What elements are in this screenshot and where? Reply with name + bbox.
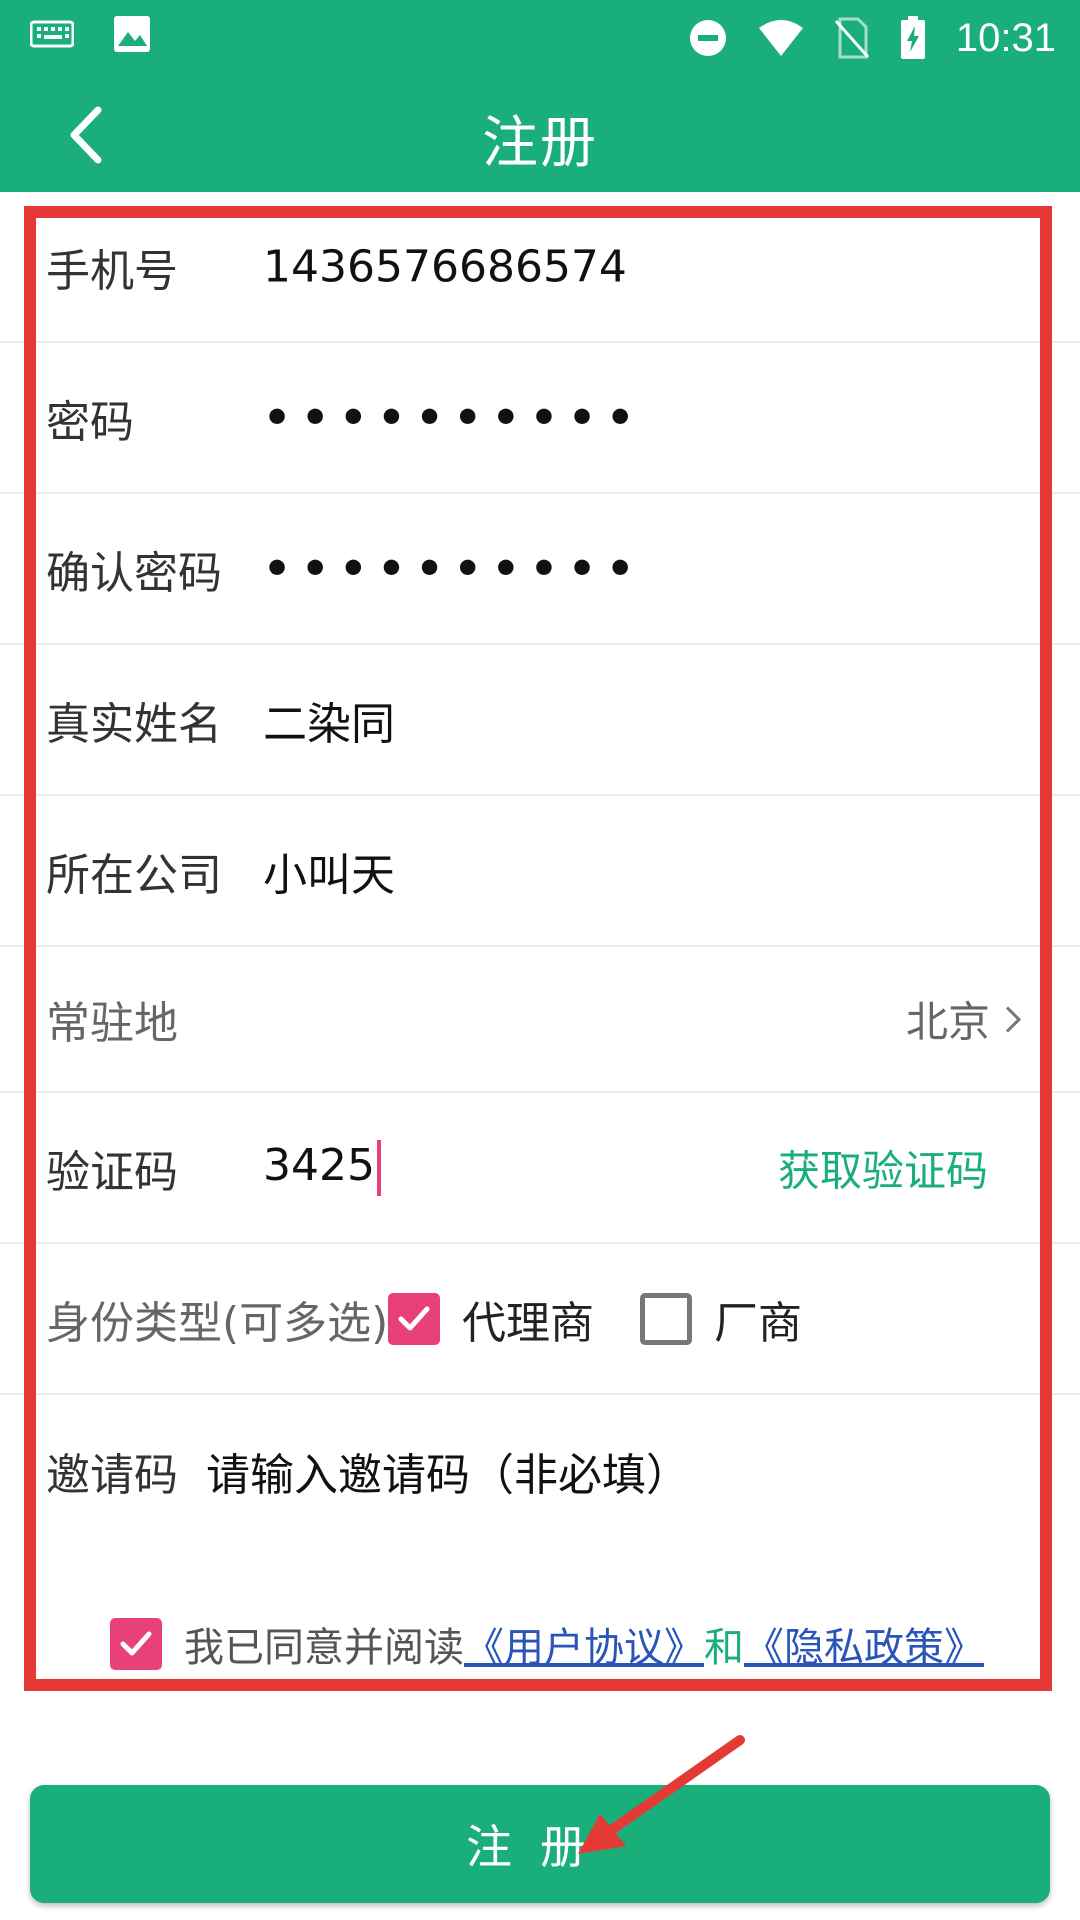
register-button[interactable]: 注册: [30, 1785, 1050, 1903]
checkmark-icon: [398, 1306, 430, 1330]
verification-row[interactable]: 验证码 3425 获取验证码: [0, 1093, 1080, 1244]
wifi-icon: [758, 20, 803, 56]
app-bar: 注册: [0, 76, 1080, 192]
image-icon: [114, 16, 150, 52]
keyboard-icon: [30, 20, 74, 48]
privacy-policy-link[interactable]: 《隐私政策》: [744, 1625, 984, 1671]
dnd-icon: [689, 20, 726, 56]
location-row[interactable]: 常驻地 北京: [0, 947, 1080, 1093]
password-row[interactable]: 密码 ••••••••••: [0, 343, 1080, 494]
confirm-password-label: 确认密码: [46, 547, 222, 599]
invite-label: 邀请码: [46, 1449, 178, 1501]
battery-charging-icon: [900, 16, 925, 59]
checkmark-icon: [120, 1631, 152, 1656]
phone-row[interactable]: 手机号 1436576686574: [0, 192, 1080, 343]
text-cursor: [376, 1139, 381, 1196]
location-label: 常驻地: [46, 998, 178, 1049]
password-input[interactable]: ••••••••••: [263, 392, 644, 443]
user-agreement-link[interactable]: 《用户协议》: [464, 1625, 704, 1671]
status-time: 10:31: [955, 15, 1056, 60]
agreement-row: 我已同意并阅读《用户协议》和《隐私政策》: [110, 1615, 984, 1673]
verification-value: 3425: [263, 1139, 375, 1191]
identity-label: 身份类型(可多选): [46, 1297, 389, 1349]
identity-row: 身份类型(可多选) 代理商 厂商: [0, 1244, 1080, 1395]
company-input[interactable]: 小叫天: [263, 839, 395, 903]
manufacturer-checkbox[interactable]: [640, 1292, 692, 1345]
confirm-password-row[interactable]: 确认密码 ••••••••••: [0, 494, 1080, 645]
no-sim-icon: [834, 17, 870, 59]
confirm-password-input[interactable]: ••••••••••: [263, 543, 644, 594]
phone-input[interactable]: 1436576686574: [263, 241, 627, 292]
verification-input[interactable]: 3425: [263, 1139, 381, 1196]
agreement-prefix: 我已同意并阅读: [184, 1625, 464, 1671]
status-bar: 10:31: [0, 0, 1080, 76]
company-label: 所在公司: [46, 849, 222, 901]
invite-input[interactable]: 请输入邀请码（非必填）: [206, 1439, 690, 1503]
real-name-label: 真实姓名: [46, 698, 222, 750]
location-selector[interactable]: 北京: [906, 989, 1022, 1050]
password-label: 密码: [46, 396, 134, 448]
register-form: 手机号 1436576686574 密码 •••••••••• 确认密码 •••…: [0, 192, 1080, 1546]
page-title: 注册: [482, 111, 598, 176]
location-value: 北京: [905, 997, 990, 1047]
agent-checkbox[interactable]: [388, 1292, 440, 1345]
real-name-input[interactable]: 二染同: [263, 688, 395, 752]
company-row[interactable]: 所在公司 小叫天: [0, 796, 1080, 947]
phone-label: 手机号: [46, 245, 178, 297]
identity-option-agent[interactable]: 代理商: [388, 1287, 594, 1351]
chevron-right-icon: [1005, 1005, 1022, 1033]
real-name-row[interactable]: 真实姓名 二染同: [0, 645, 1080, 796]
invite-row[interactable]: 邀请码 请输入邀请码（非必填）: [0, 1395, 1080, 1546]
agreement-checkbox[interactable]: [110, 1618, 162, 1670]
agent-label: 代理商: [462, 1297, 594, 1349]
manufacturer-label: 厂商: [714, 1297, 802, 1349]
agreement-and: 和: [704, 1625, 744, 1671]
verification-label: 验证码: [46, 1146, 178, 1198]
identity-option-manufacturer[interactable]: 厂商: [640, 1287, 802, 1351]
get-code-button[interactable]: 获取验证码: [778, 1137, 988, 1198]
